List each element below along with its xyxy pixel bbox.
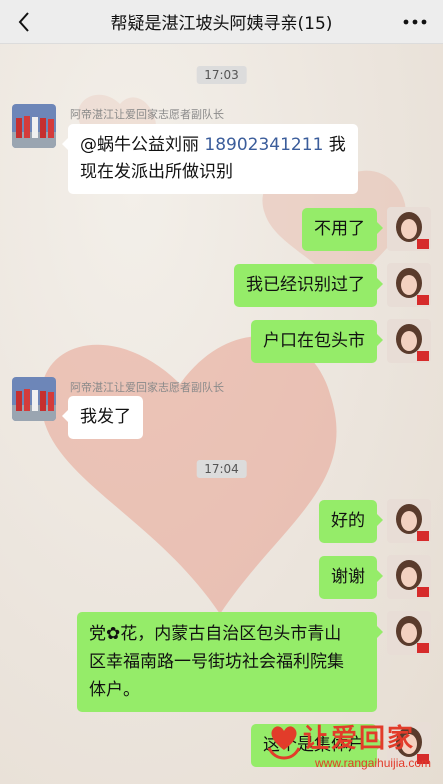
avatar[interactable]: [12, 377, 56, 421]
message-bubble[interactable]: 我已经识别过了: [234, 264, 383, 307]
message-line: 体户。: [89, 680, 140, 700]
chat-header: 帮疑是湛江坡头阿姨寻亲(15): [0, 0, 443, 44]
chat-area[interactable]: 17:03 阿帝湛江让爱回家志愿者副队长 @蜗牛公益刘丽 18902341211…: [0, 44, 443, 784]
message-bubble[interactable]: @蜗牛公益刘丽 18902341211 我 现在发派出所做识别: [62, 124, 358, 194]
message-bubble[interactable]: 我发了: [62, 396, 143, 439]
watermark-logo: 让爱回家 www.rangaihuijia.com: [267, 718, 437, 780]
message-bubble[interactable]: 谢谢: [319, 556, 383, 599]
chat-title: 帮疑是湛江坡头阿姨寻亲(15): [110, 14, 333, 34]
phone-link[interactable]: 18902341211: [204, 135, 323, 155]
sender-name: 阿帝湛江让爱回家志愿者副队长: [70, 108, 224, 121]
self-avatar[interactable]: [387, 319, 431, 363]
self-avatar[interactable]: [387, 611, 431, 655]
avatar[interactable]: [12, 104, 56, 148]
sender-name: 阿帝湛江让爱回家志愿者副队长: [70, 381, 224, 394]
message-text: 我: [323, 135, 346, 155]
watermark-url: www.rangaihuijia.com: [315, 756, 432, 770]
self-avatar[interactable]: [387, 555, 431, 599]
timestamp: 17:04: [196, 460, 247, 478]
message-bubble[interactable]: 户口在包头市: [251, 320, 383, 363]
message-bubble[interactable]: 好的: [319, 500, 383, 543]
self-avatar[interactable]: [387, 263, 431, 307]
self-avatar[interactable]: [387, 499, 431, 543]
mention-text: @蜗牛公益刘丽: [80, 135, 205, 155]
timestamp: 17:03: [196, 66, 247, 84]
watermark-title: 让爱回家: [303, 724, 416, 754]
hands-heart-icon: [267, 726, 301, 760]
message-bubble[interactable]: 不用了: [302, 208, 383, 251]
message-text: 现在发派出所做识别: [80, 162, 233, 182]
more-dots-icon: [403, 19, 427, 25]
back-button[interactable]: [10, 8, 38, 36]
more-options-button[interactable]: [401, 10, 429, 34]
message-bubble[interactable]: 党✿花，内蒙古自治区包头市青山 区幸福南路一号街坊社会福利院集 体户。: [77, 612, 383, 712]
chevron-left-icon: [18, 12, 29, 32]
message-line: 区幸福南路一号街坊社会福利院集: [89, 652, 344, 672]
self-avatar[interactable]: [387, 207, 431, 251]
message-line: 党✿花，内蒙古自治区包头市青山: [89, 624, 342, 644]
